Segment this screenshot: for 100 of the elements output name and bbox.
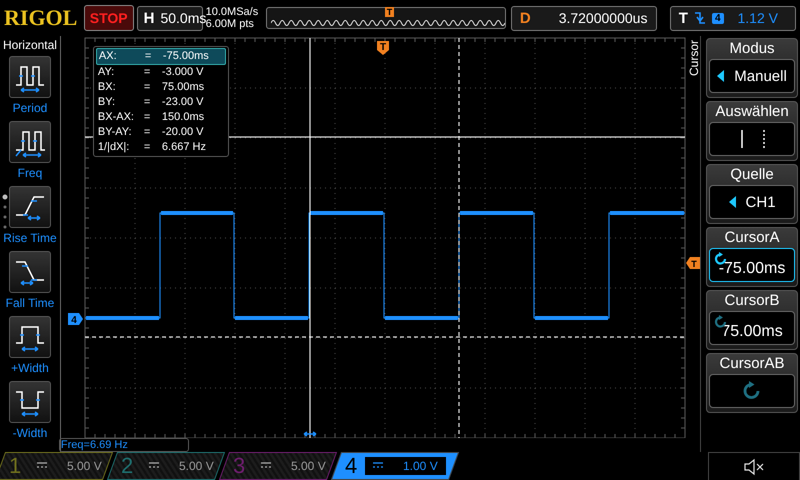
softkey-label: CursorB xyxy=(724,291,780,311)
measure-button[interactable] xyxy=(8,316,51,358)
sample-rate: 10.0MSa/s xyxy=(206,6,260,18)
softkey-value: 75.00ms xyxy=(721,323,783,341)
softkey-button[interactable]: Manuell xyxy=(709,59,796,93)
softkey-label: Modus xyxy=(730,39,775,59)
measure-label: Rise Time xyxy=(3,231,57,245)
measure-label: Freq xyxy=(18,166,42,180)
brand-logo: RIGOL xyxy=(4,5,78,31)
channel-scale: 5.00 V xyxy=(291,459,326,473)
readout-equals: = xyxy=(144,125,152,140)
dc-coupling-icon xyxy=(261,462,272,470)
readout-value: -20.00 V xyxy=(162,125,204,140)
readout-equals: = xyxy=(144,140,152,155)
dc-coupling-icon xyxy=(373,462,384,470)
softkey-panel[interactable]: CursorAB xyxy=(706,353,798,413)
channel-tab[interactable]: 1 5.00 V xyxy=(0,452,114,480)
trigger-level-marker[interactable]: T xyxy=(686,257,700,269)
trigger-label: T xyxy=(678,10,688,26)
trigger-panel[interactable]: T 4 1.12 V xyxy=(670,6,796,30)
readout-label: BY-AY: xyxy=(98,125,133,140)
measure-label: Period xyxy=(12,101,48,115)
measure-button[interactable] xyxy=(8,381,51,423)
softkey-button[interactable] xyxy=(709,122,796,156)
cursor-b-horizontal-line[interactable] xyxy=(84,336,686,338)
delay-panel[interactable]: D 3.72000000us xyxy=(510,6,657,30)
measure-button[interactable] xyxy=(8,56,51,98)
measure-label: +Width xyxy=(11,361,49,375)
softkey-panel[interactable]: CursorA -75.00ms xyxy=(706,227,798,287)
softkey-button[interactable]: 75.00ms xyxy=(709,311,796,345)
dc-coupling-icon xyxy=(149,462,160,470)
sound-panel[interactable] xyxy=(708,452,800,480)
memory-depth: 6.00M pts xyxy=(206,18,255,30)
readout-equals: = xyxy=(144,95,152,110)
readout-equals: = xyxy=(144,80,152,95)
softkey-panel[interactable]: Auswählen xyxy=(706,101,798,161)
rotary-knob-icon xyxy=(742,381,762,401)
trigger-position-marker: T xyxy=(384,7,394,17)
readout-value: -75.00ms xyxy=(162,49,209,64)
softkey-button[interactable]: -75.00ms xyxy=(709,248,796,282)
readout-value: -23.00 V xyxy=(162,95,204,110)
falling-edge-icon xyxy=(694,10,706,26)
measure-button[interactable] xyxy=(8,251,51,293)
timebase-label: H xyxy=(144,10,154,26)
delay-value: 3.72000000us xyxy=(558,10,648,26)
menu-title: Horizontal xyxy=(2,38,57,52)
dc-coupling-icon xyxy=(37,462,48,470)
left-arrow-icon xyxy=(717,70,724,82)
readout-equals: = xyxy=(144,110,152,125)
softkey-value: Manuell xyxy=(734,68,787,84)
cursor-b-vertical-line[interactable] xyxy=(458,38,460,438)
cursor-a-vertical-line[interactable] xyxy=(309,38,310,438)
run-stop-status[interactable]: STOP xyxy=(84,5,134,31)
softkey-label: Auswählen xyxy=(715,102,789,122)
channel-scale: 1.00 V xyxy=(403,459,438,473)
trigger-position-marker[interactable]: T xyxy=(376,41,389,55)
measure-label: Fall Time xyxy=(6,296,54,310)
readout-label: BY: xyxy=(98,95,116,110)
channel-tab[interactable]: 4 1.00 V xyxy=(330,452,460,480)
cursor-move-icon xyxy=(303,431,317,437)
channel-number: 2 xyxy=(121,453,134,479)
channel-tab[interactable]: 2 5.00 V xyxy=(106,452,226,480)
softkey-value: CH1 xyxy=(746,194,776,210)
readout-label: AY: xyxy=(98,65,116,80)
readout-equals: = xyxy=(144,65,152,80)
readout-value: 75.00ms xyxy=(162,80,204,95)
menu-title: Cursor xyxy=(687,40,702,76)
softkey-panel[interactable]: Quelle CH1 xyxy=(706,164,798,224)
channel-scale: 5.00 V xyxy=(67,459,102,473)
channel-offset-marker[interactable]: 4 xyxy=(68,313,83,326)
delay-label: D xyxy=(520,10,531,26)
readout-value: -3.000 V xyxy=(162,65,204,80)
trigger-level: 1.12 V xyxy=(738,10,778,26)
readout-label: 1/|dX|: xyxy=(98,140,130,155)
channel-number: 3 xyxy=(233,453,246,479)
measure-button[interactable] xyxy=(8,186,51,228)
readout-value: 6.667 Hz xyxy=(162,140,206,155)
page-dots-icon xyxy=(2,194,8,230)
readout-label: BX-AX: xyxy=(98,110,135,125)
channel-tab[interactable]: 3 5.00 V xyxy=(218,452,338,480)
channel-scale: 5.00 V xyxy=(179,459,214,473)
softkey-button[interactable] xyxy=(709,374,796,408)
trigger-source: 4 xyxy=(712,12,724,24)
readout-label: AX: xyxy=(98,49,118,64)
readout-label: BX: xyxy=(98,80,117,95)
frequency-measurement: Freq=6.69 Hz xyxy=(58,438,189,452)
softkey-panel[interactable]: Modus Manuell xyxy=(706,38,798,98)
channel-number: 1 xyxy=(9,453,22,479)
speaker-muted-icon xyxy=(743,458,765,476)
softkey-panel[interactable]: CursorB 75.00ms xyxy=(706,290,798,350)
measure-label: -Width xyxy=(12,426,48,440)
softkey-label: CursorA xyxy=(724,228,780,248)
readout-equals: = xyxy=(144,49,152,64)
measure-button[interactable] xyxy=(8,121,51,163)
readout-value: 150.0ms xyxy=(162,110,204,125)
softkey-label: CursorAB xyxy=(720,354,785,374)
softkey-label: Quelle xyxy=(730,165,774,185)
left-arrow-icon xyxy=(728,196,736,208)
softkey-button[interactable]: CH1 xyxy=(709,185,796,219)
softkey-value: -75.00ms xyxy=(718,260,786,278)
